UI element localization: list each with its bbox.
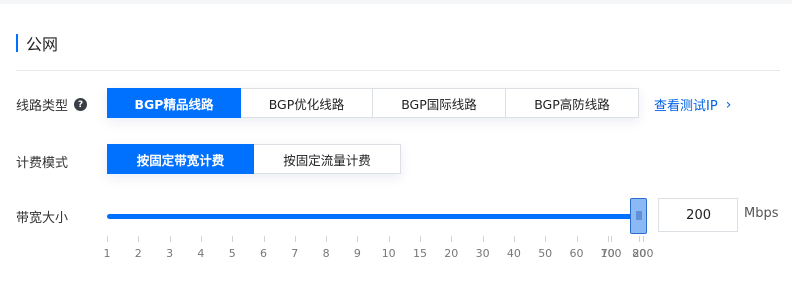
test-ip-link-text[interactable]: 查看测试IP <box>654 95 718 114</box>
slider-tick <box>388 236 390 242</box>
slider-tick <box>611 236 612 242</box>
line-type-option-ddos[interactable]: BGP高防线路 <box>505 88 639 118</box>
slider-tick-label: 6 <box>260 247 267 260</box>
slider-tick-label: 10 <box>381 247 396 260</box>
slider-tick <box>294 236 296 242</box>
bandwidth-slider-fill <box>107 214 644 219</box>
billing-option-traffic[interactable]: 按固定流量计费 <box>253 144 401 174</box>
slider-tick-label: 4 <box>197 247 205 260</box>
slider-tick <box>451 236 453 242</box>
question-circle-icon[interactable]: ? <box>74 98 88 111</box>
slider-tick-label: 2 <box>134 247 142 260</box>
slider-tick <box>326 236 328 242</box>
slider-tick-label: 20 <box>444 247 459 260</box>
slider-tick <box>639 236 641 242</box>
slider-tick-label: 100 <box>600 247 622 260</box>
slider-tick <box>232 236 234 242</box>
chevron-right-icon: › <box>725 96 732 113</box>
slider-tick <box>607 236 609 242</box>
line-type-option-premium[interactable]: BGP精品线路 <box>107 88 241 118</box>
line-type-label-row: 线路类型 ? <box>16 95 88 114</box>
bandwidth-label-row: 带宽大小 <box>16 207 68 226</box>
bandwidth-slider-handle[interactable]: ||| <box>630 198 647 234</box>
section-title: 公网 <box>16 33 59 54</box>
slider-tick-label: 60 <box>569 247 584 260</box>
slider-tick-label: 200 <box>632 247 654 260</box>
bandwidth-unit: Mbps <box>744 206 779 221</box>
slider-tick <box>169 236 171 242</box>
slider-tick <box>200 236 202 242</box>
title-accent-bar <box>16 34 18 52</box>
slider-tick-label: 1 <box>103 247 111 260</box>
bandwidth-input[interactable] <box>658 198 738 232</box>
line-type-selector: BGP精品线路 BGP优化线路 BGP国际线路 BGP高防线路 <box>107 88 639 118</box>
slider-tick <box>263 236 265 242</box>
slider-tick-label: 15 <box>413 247 427 260</box>
bandwidth-label: 带宽大小 <box>16 211 69 226</box>
slider-tick <box>420 236 421 242</box>
bandwidth-slider-track[interactable] <box>107 214 644 219</box>
slider-tick-label: 9 <box>353 247 361 260</box>
slider-tick <box>576 236 578 242</box>
slider-tick <box>138 236 140 242</box>
slider-tick <box>513 236 515 242</box>
slider-tick-label: 3 <box>166 247 174 260</box>
slider-tick <box>545 236 547 242</box>
slider-tick-label: 8 <box>322 247 330 260</box>
slider-tick-label: 5 <box>228 247 236 260</box>
line-type-option-optimized[interactable]: BGP优化线路 <box>240 88 373 118</box>
slider-tick <box>643 236 644 242</box>
line-type-option-international[interactable]: BGP国际线路 <box>372 88 506 118</box>
slider-tick <box>357 236 359 242</box>
divider <box>16 70 780 71</box>
slider-tick-label: 50 <box>538 247 553 260</box>
billing-option-bandwidth[interactable]: 按固定带宽计费 <box>107 144 254 174</box>
top-strip <box>0 0 792 4</box>
test-ip-link[interactable]: 查看测试IP › <box>654 95 732 115</box>
billing-label-row: 计费模式 <box>16 152 68 171</box>
billing-selector: 按固定带宽计费 按固定流量计费 <box>107 144 401 174</box>
slider-tick <box>482 236 484 242</box>
grip-icon: ||| <box>635 211 642 221</box>
slider-tick-label: 40 <box>506 247 521 260</box>
line-type-label: 线路类型 <box>16 99 69 114</box>
billing-label: 计费模式 <box>16 156 69 171</box>
slider-tick-label: 7 <box>291 247 299 260</box>
slider-tick <box>107 236 108 242</box>
slider-tick-label: 30 <box>475 247 490 260</box>
section-title-text: 公网 <box>26 35 59 54</box>
